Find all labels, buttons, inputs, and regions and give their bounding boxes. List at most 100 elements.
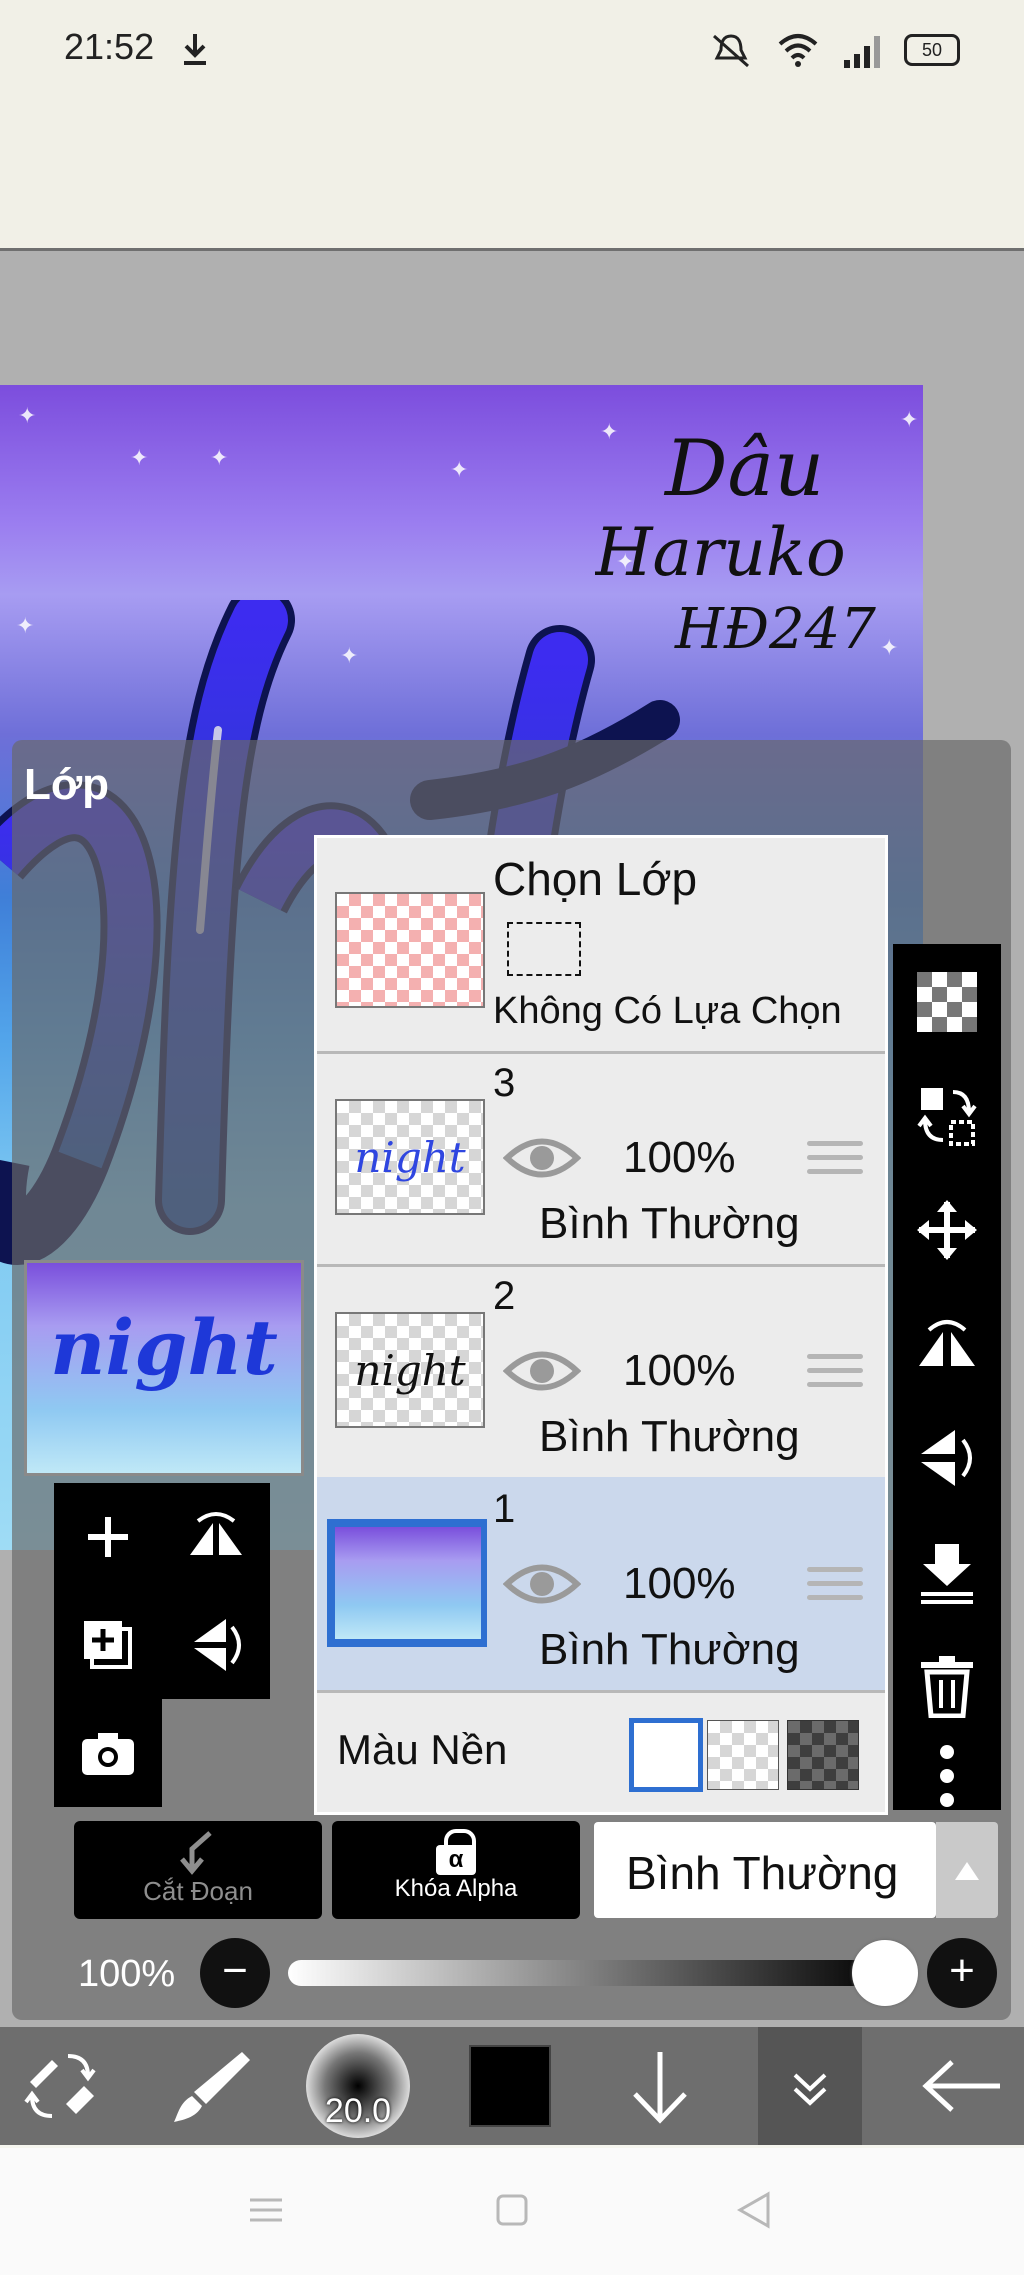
selection-marquee-icon — [507, 922, 581, 976]
more-vertical-icon — [940, 1745, 954, 1807]
layer-thumbnail: night — [335, 1312, 485, 1428]
tool-switch-button[interactable] — [0, 2027, 124, 2145]
collapse-panel-button[interactable] — [758, 2027, 862, 2145]
pen-eraser-swap-icon — [24, 2054, 96, 2118]
opacity-decrease-button[interactable]: − — [200, 1938, 270, 2008]
drag-handle-icon[interactable] — [807, 1354, 863, 1394]
layer-row[interactable]: night 3 100% Bình Thường — [317, 1051, 885, 1267]
brush-tool-button[interactable] — [150, 2027, 274, 2145]
preview-text: night — [50, 1303, 278, 1392]
selection-layer-row[interactable]: Chọn Lớp Không Có Lựa Chọn — [317, 838, 885, 1054]
add-layer-button[interactable] — [54, 1483, 162, 1591]
background-white-swatch[interactable] — [629, 1718, 703, 1792]
swap-select-icon — [917, 1088, 977, 1146]
blend-mode-dropdown-button[interactable] — [936, 1822, 998, 1918]
battery-icon: 50 — [904, 34, 960, 66]
brush-size-preview: 20.0 — [306, 2034, 410, 2138]
delete-layer-button[interactable] — [893, 1638, 1001, 1734]
brush-size-value: 20.0 — [324, 2092, 392, 2130]
merge-down-icon — [921, 1544, 973, 1604]
triangle-up-icon — [955, 1862, 979, 1880]
flip-vertical-button[interactable] — [893, 1410, 1001, 1506]
flip-horizontal-icon — [919, 1320, 975, 1366]
opacity-label: 100% — [78, 1953, 176, 1995]
minus-icon: − — [222, 1946, 248, 1995]
layer-number: 2 — [493, 1274, 516, 1318]
flip-horizontal-button[interactable] — [893, 1296, 1001, 1392]
arrow-left-icon — [922, 2060, 1000, 2112]
camera-button[interactable] — [54, 1699, 162, 1807]
opacity-slider[interactable] — [288, 1960, 888, 1986]
double-chevron-down-icon — [793, 2073, 827, 2106]
drag-handle-icon[interactable] — [807, 1141, 863, 1181]
flip-vertical-icon — [194, 1619, 241, 1671]
layer-thumbnail — [335, 1527, 481, 1639]
clipping-arrow-icon — [180, 1831, 212, 1875]
brush-size-button[interactable]: 20.0 — [298, 2027, 418, 2145]
back-button[interactable] — [900, 2027, 1024, 2145]
visibility-eye-icon[interactable] — [503, 1133, 581, 1183]
plus-icon — [88, 1517, 128, 1557]
duplicate-layer-button[interactable] — [54, 1591, 162, 1699]
alpha-symbol: α — [436, 1845, 476, 1875]
layer-down-button[interactable] — [600, 2027, 720, 2145]
more-options-button[interactable] — [893, 1744, 1001, 1808]
background-label: Màu Nền — [337, 1726, 508, 1773]
layer-thumbnail-text: night — [354, 1132, 466, 1182]
layer-opacity: 100% — [623, 1133, 736, 1182]
trash-icon — [921, 1656, 973, 1718]
system-navigation-bar — [0, 2148, 1024, 2275]
opacity-slider-knob[interactable] — [852, 1940, 918, 2006]
layer-row-selected[interactable]: 1 100% Bình Thường — [317, 1477, 885, 1693]
plus-icon: + — [949, 1946, 975, 1995]
layer-thumbnail: night — [335, 1099, 485, 1215]
current-color-swatch — [469, 2045, 551, 2127]
lock-icon: α — [436, 1829, 476, 1875]
layer-number: 3 — [493, 1061, 516, 1105]
merge-down-button[interactable] — [893, 1524, 1001, 1620]
signature-line-2: Haruko — [595, 514, 846, 591]
alpha-lock-label: Khóa Alpha — [394, 1875, 518, 1902]
layer-thumbnail-text: night — [354, 1345, 466, 1395]
flip-vertical-layer-button[interactable] — [162, 1591, 270, 1699]
alpha-lock-button[interactable]: α Khóa Alpha — [332, 1821, 580, 1919]
brush-icon — [174, 2052, 250, 2122]
status-icons: 50 — [708, 30, 960, 70]
menu-icon[interactable] — [246, 2190, 286, 2230]
layer-row[interactable]: night 2 100% Bình Thường — [317, 1264, 885, 1480]
clipping-button[interactable]: Cắt Đoạn — [74, 1821, 322, 1919]
flip-horizontal-layer-button[interactable] — [162, 1483, 270, 1591]
back-nav-icon[interactable] — [734, 2190, 774, 2230]
canvas-preview-thumbnail[interactable]: night — [24, 1260, 304, 1476]
signal-icon — [844, 36, 880, 68]
selection-thumbnail — [335, 892, 485, 1008]
home-icon[interactable] — [492, 2190, 532, 2230]
layer-blend-mode: Bình Thường — [539, 1625, 800, 1674]
panel-title: Lớp — [24, 760, 110, 809]
transparency-button[interactable] — [893, 954, 1001, 1050]
blend-mode-value: Bình Thường — [626, 1847, 899, 1899]
layer-opacity: 100% — [623, 1346, 736, 1395]
background-dark-swatch[interactable] — [787, 1720, 859, 1790]
blend-mode-select[interactable]: Bình Thường — [594, 1822, 936, 1918]
flip-horizontal-icon — [190, 1512, 242, 1555]
flip-vertical-icon — [921, 1430, 972, 1486]
signature-line-1: Dâu — [663, 424, 824, 514]
move-arrows-icon — [917, 1200, 977, 1260]
background-transparent-swatch[interactable] — [707, 1720, 779, 1790]
camera-icon — [82, 1733, 134, 1775]
color-picker-button[interactable] — [450, 2027, 570, 2145]
layer-opacity: 100% — [623, 1559, 736, 1608]
bottom-toolbar: 20.0 — [0, 2027, 1024, 2145]
drag-handle-icon[interactable] — [807, 1567, 863, 1607]
layer-number: 1 — [493, 1487, 516, 1531]
select-transform-button[interactable] — [893, 1068, 1001, 1164]
visibility-eye-icon[interactable] — [503, 1559, 581, 1609]
layer-blend-mode: Bình Thường — [539, 1199, 800, 1248]
move-button[interactable] — [893, 1182, 1001, 1278]
opacity-increase-button[interactable]: + — [927, 1938, 997, 2008]
layer-blend-mode: Bình Thường — [539, 1412, 800, 1461]
mute-icon — [713, 34, 749, 68]
layer-right-toolbar — [893, 944, 1001, 1810]
visibility-eye-icon[interactable] — [503, 1346, 581, 1396]
